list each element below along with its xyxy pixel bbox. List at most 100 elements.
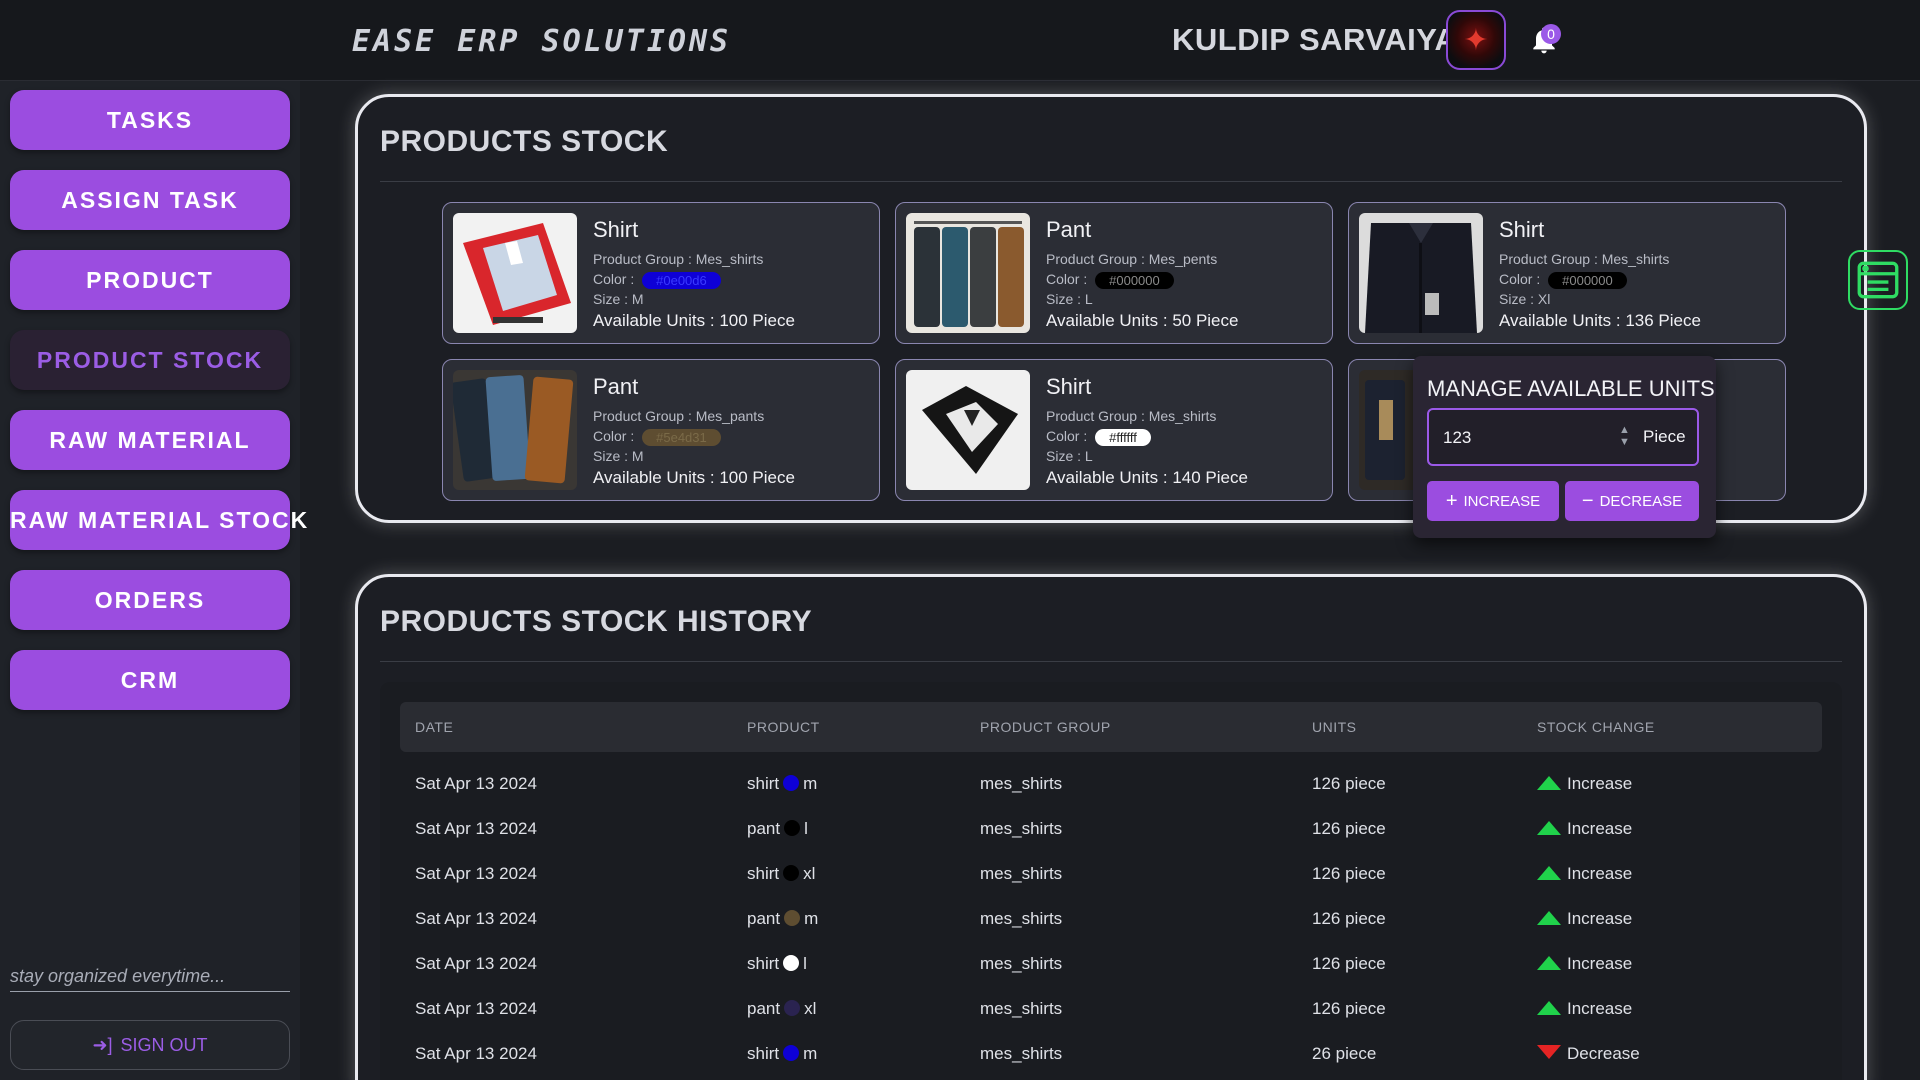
size-value: M xyxy=(631,291,644,307)
user-name: KULDIP SARVAIYA xyxy=(1172,22,1458,57)
size: xl xyxy=(804,999,817,1018)
size-prefix: Size : xyxy=(593,448,632,464)
units-input[interactable] xyxy=(1443,426,1593,450)
product-color: Color : #0e00d6 xyxy=(593,271,721,289)
table-row[interactable]: Sat Apr 13 2024 pant xl mes_shirts 126 pi… xyxy=(400,987,1822,1032)
cell-product: shirt l xyxy=(747,954,807,974)
units-value: 50 Piece xyxy=(1172,311,1239,330)
table-header: DATE PRODUCT PRODUCT GROUP UNITS STOCK C… xyxy=(400,702,1822,752)
product-card[interactable]: Shirt Product Group : Mes_shirts Color :… xyxy=(442,202,880,344)
sidebar-item-assign-task[interactable]: ASSIGN TASK xyxy=(10,170,290,230)
product-name: shirt xyxy=(747,1044,780,1063)
size: xl xyxy=(803,864,816,883)
units-stepper[interactable]: ▲ ▼ xyxy=(1619,424,1630,448)
change-label: Increase xyxy=(1567,909,1633,928)
change-label: Decrease xyxy=(1567,1044,1640,1063)
tagline: stay organized everytime... xyxy=(10,966,290,992)
decrease-arrow-icon xyxy=(1537,1045,1561,1059)
available-units: Available Units : 140 Piece xyxy=(1046,468,1248,488)
cell-product: shirt m xyxy=(747,774,817,794)
product-size: Size : L xyxy=(1046,291,1093,307)
sidebar-item-crm[interactable]: CRM xyxy=(10,650,290,710)
color-swatch: #ffffff xyxy=(1095,428,1151,446)
column-date[interactable]: DATE xyxy=(415,719,453,735)
table-row[interactable]: Sat Apr 13 2024 shirt l mes_shirts 126 pi… xyxy=(400,942,1822,987)
size-prefix: Size : xyxy=(1046,448,1085,464)
color-prefix: Color : xyxy=(593,271,639,287)
cell-product: pant l xyxy=(747,819,808,839)
product-name: pant xyxy=(747,819,781,838)
sidebar-item-raw-material-stock[interactable]: RAW MATERIAL STOCK xyxy=(10,490,307,550)
size: l xyxy=(804,819,808,838)
product-image xyxy=(453,370,577,490)
sidebar-item-raw-material[interactable]: RAW MATERIAL xyxy=(10,410,290,470)
color-swatch: #000000 xyxy=(1548,271,1627,289)
increase-button[interactable]: + INCREASE xyxy=(1427,481,1559,521)
plus-icon: + xyxy=(1445,490,1458,512)
size: m xyxy=(804,909,819,928)
cell-group: mes_shirts xyxy=(980,954,1063,973)
product-card[interactable]: Pant Product Group : Mes_pents Color : #… xyxy=(895,202,1333,344)
decrease-button[interactable]: − DECREASE xyxy=(1565,481,1699,521)
cell-change: Increase xyxy=(1537,954,1632,974)
color-dot xyxy=(783,955,800,971)
column-product-group[interactable]: PRODUCT GROUP xyxy=(980,719,1111,735)
cell-product: shirt xl xyxy=(747,864,815,884)
product-card[interactable]: Shirt Product Group : Mes_shirts Color :… xyxy=(895,359,1333,501)
sidebar-item-tasks[interactable]: TASKS xyxy=(10,90,290,150)
sign-out-button[interactable]: ➜] SIGN OUT xyxy=(10,1020,290,1070)
table-row[interactable]: Sat Apr 13 2024 pant m mes_shirts 126 pie… xyxy=(400,897,1822,942)
group-prefix: Product Group : xyxy=(1499,251,1602,267)
cell-units: 126 piece xyxy=(1312,999,1386,1018)
list-view-icon[interactable] xyxy=(1848,250,1908,310)
units-prefix: Available Units : xyxy=(1046,311,1173,330)
column-units[interactable]: UNITS xyxy=(1312,719,1357,735)
increase-arrow-icon xyxy=(1537,956,1561,970)
table-row[interactable]: Sat Apr 13 2024 shirt m mes_shirts 126 pi… xyxy=(400,762,1822,807)
top-header: EASE ERP SOLUTIONS KULDIP SARVAIYA ✦ 0 xyxy=(0,0,1920,81)
cell-change: Decrease xyxy=(1537,1044,1640,1064)
color-prefix: Color : xyxy=(1046,271,1092,287)
cell-units: 126 piece xyxy=(1312,864,1386,883)
cell-date: Sat Apr 13 2024 xyxy=(415,999,537,1018)
product-color: Color : #000000 xyxy=(1046,271,1174,289)
product-size: Size : M xyxy=(593,448,644,464)
table-row[interactable]: Sat Apr 13 2024 pant l mes_shirts 126 pie… xyxy=(400,807,1822,852)
cell-group: mes_shirts xyxy=(980,999,1063,1018)
cell-group: mes_shirts xyxy=(980,864,1063,883)
product-name: pant xyxy=(747,999,781,1018)
product-name: shirt xyxy=(747,954,780,973)
product-name: shirt xyxy=(747,774,780,793)
column-stock-change[interactable]: STOCK CHANGE xyxy=(1537,719,1655,735)
product-group: Product Group : Mes_shirts xyxy=(593,251,763,267)
increase-arrow-icon xyxy=(1537,776,1561,790)
sidebar-item-product[interactable]: PRODUCT xyxy=(10,250,290,310)
table-row[interactable]: Sat Apr 13 2024 shirt xl mes_shirts 126 p… xyxy=(400,852,1822,897)
product-card[interactable]: Pant Product Group : Mes_pants Color : #… xyxy=(442,359,880,501)
table-row[interactable]: Sat Apr 13 2024 shirt m mes_shirts 26 pie… xyxy=(400,1032,1822,1077)
change-label: Increase xyxy=(1567,819,1633,838)
avatar[interactable]: ✦ xyxy=(1446,10,1506,70)
color-dot xyxy=(783,775,800,791)
units-input-box[interactable]: ▲▼ Piece xyxy=(1427,408,1699,466)
notification-count-badge: 0 xyxy=(1541,24,1561,44)
units-value: 136 Piece xyxy=(1625,311,1701,330)
increase-arrow-icon xyxy=(1537,1001,1561,1015)
color-swatch: #000000 xyxy=(1095,271,1174,289)
sidebar-item-orders[interactable]: ORDERS xyxy=(10,570,290,630)
color-dot xyxy=(783,865,800,881)
cell-change: Increase xyxy=(1537,774,1632,794)
size: m xyxy=(803,774,818,793)
product-image xyxy=(453,213,577,333)
sidebar-item-product-stock[interactable]: PRODUCT STOCK xyxy=(10,330,290,390)
product-card[interactable]: Shirt Product Group : Mes_shirts Color :… xyxy=(1348,202,1786,344)
column-product[interactable]: PRODUCT xyxy=(747,719,820,735)
product-group: Product Group : Mes_shirts xyxy=(1499,251,1669,267)
cell-date: Sat Apr 13 2024 xyxy=(415,774,537,793)
group-value: Mes_shirts xyxy=(695,251,764,267)
minus-icon: − xyxy=(1581,490,1594,512)
product-name: shirt xyxy=(747,864,780,883)
product-name: Pant xyxy=(593,374,639,399)
color-prefix: Color : xyxy=(1046,428,1092,444)
units-value: 100 Piece xyxy=(719,311,795,330)
